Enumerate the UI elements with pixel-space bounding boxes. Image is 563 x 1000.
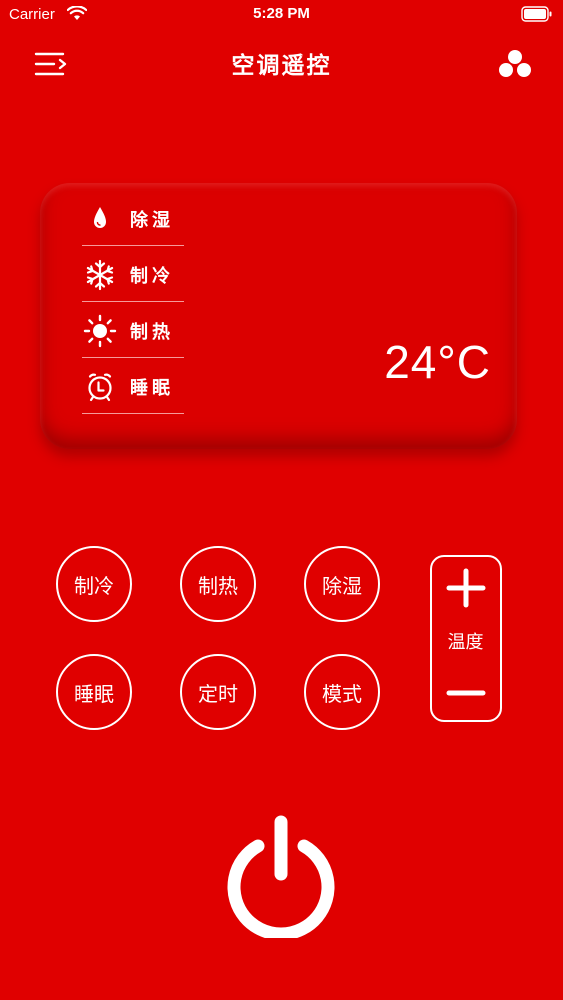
minus-icon[interactable] [443, 673, 489, 713]
temperature-control: 温度 [430, 555, 502, 722]
mode-label: 睡眠 [130, 378, 174, 399]
battery-icon [521, 6, 553, 22]
alarm-clock-icon [82, 369, 118, 405]
temperature-label: 温度 [447, 632, 484, 653]
three-circles-icon[interactable] [496, 46, 534, 82]
cool-button[interactable]: 制冷 [56, 546, 132, 622]
mode-indicator-sleep: 睡眠 [82, 357, 184, 414]
temperature-readout: 24°C [384, 336, 491, 388]
power-icon[interactable] [218, 812, 344, 941]
mode-indicator-dehumidify: 除湿 [82, 189, 184, 246]
mode-indicator-heat: 制热 [82, 301, 184, 358]
mode-indicator-cool: 制冷 [82, 245, 184, 302]
droplet-icon [82, 201, 118, 237]
status-time: 5:28 PM [253, 5, 310, 22]
heat-button[interactable]: 制热 [180, 546, 256, 622]
timer-button[interactable]: 定时 [180, 654, 256, 730]
dehumidify-button[interactable]: 除湿 [304, 546, 380, 622]
mode-button[interactable]: 模式 [304, 654, 380, 730]
sleep-button[interactable]: 睡眠 [56, 654, 132, 730]
ac-display-panel: 除湿 制冷 制热 睡眠 24°C [40, 183, 517, 449]
mode-label: 除湿 [130, 210, 174, 231]
mode-label: 制热 [130, 322, 174, 343]
snowflake-icon [82, 257, 118, 293]
page-title: 空调遥控 [231, 53, 332, 79]
status-bar: Carrier 5:28 PM [0, 0, 563, 30]
plus-icon[interactable] [443, 565, 489, 611]
sun-icon [82, 313, 118, 349]
mode-label: 制冷 [130, 266, 174, 287]
